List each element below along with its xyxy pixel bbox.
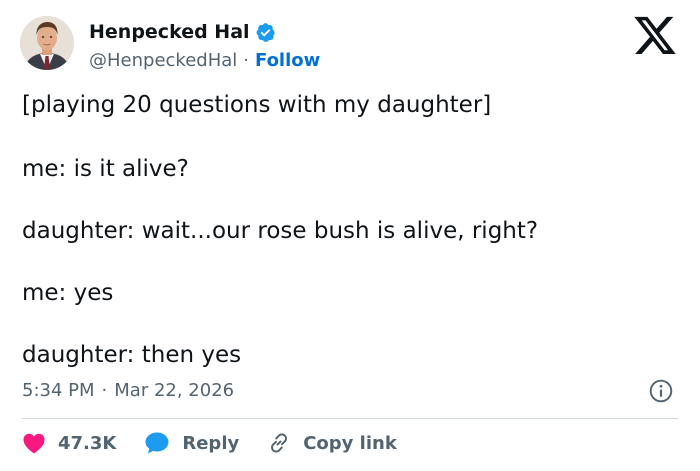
tweet-timestamp[interactable]: 5:34 PM · Mar 22, 2026 [22, 376, 234, 404]
tweet-text-line-1: [playing 20 questions with my daughter] [22, 92, 492, 118]
tweet-date: Mar 22, 2026 [114, 379, 235, 401]
author-name-row: Henpecked Hal [89, 18, 276, 46]
author-handle-row: @HenpeckedHal · Follow [89, 47, 320, 73]
follow-button[interactable]: Follow [255, 50, 320, 71]
tweet-text-line-5: daughter: then yes [22, 342, 242, 368]
copy-link-button[interactable]: Copy link [267, 431, 397, 455]
tweet-text-line-2: me: is it alive? [22, 156, 189, 182]
reply-button[interactable]: Reply [144, 431, 239, 455]
tweet-actions: 47.3K Reply Copy link [22, 428, 397, 458]
actions-divider [22, 418, 678, 419]
reply-bubble-icon [144, 431, 170, 455]
avatar[interactable] [20, 16, 74, 70]
verified-badge-icon [255, 22, 276, 43]
like-button[interactable]: 47.3K [22, 432, 116, 454]
tweet-time: 5:34 PM [22, 379, 95, 401]
link-icon [267, 431, 291, 455]
timestamp-separator: · [101, 379, 108, 401]
info-icon[interactable] [648, 378, 674, 404]
author-handle[interactable]: @HenpeckedHal [89, 50, 237, 71]
reply-label: Reply [182, 432, 240, 454]
copy-link-label: Copy link [303, 432, 397, 454]
heart-icon [22, 432, 46, 454]
separator-dot: · [243, 49, 249, 71]
avatar-image [20, 16, 74, 70]
like-count: 47.3K [58, 432, 117, 454]
tweet-text-line-4: me: yes [22, 280, 114, 306]
tweet-card: Henpecked Hal @HenpeckedHal · Follow [pl… [0, 0, 700, 471]
author-display-name[interactable]: Henpecked Hal [89, 21, 250, 43]
tweet-text-line-3: daughter: wait...our rose bush is alive,… [22, 218, 539, 244]
x-logo-icon[interactable] [634, 16, 676, 54]
